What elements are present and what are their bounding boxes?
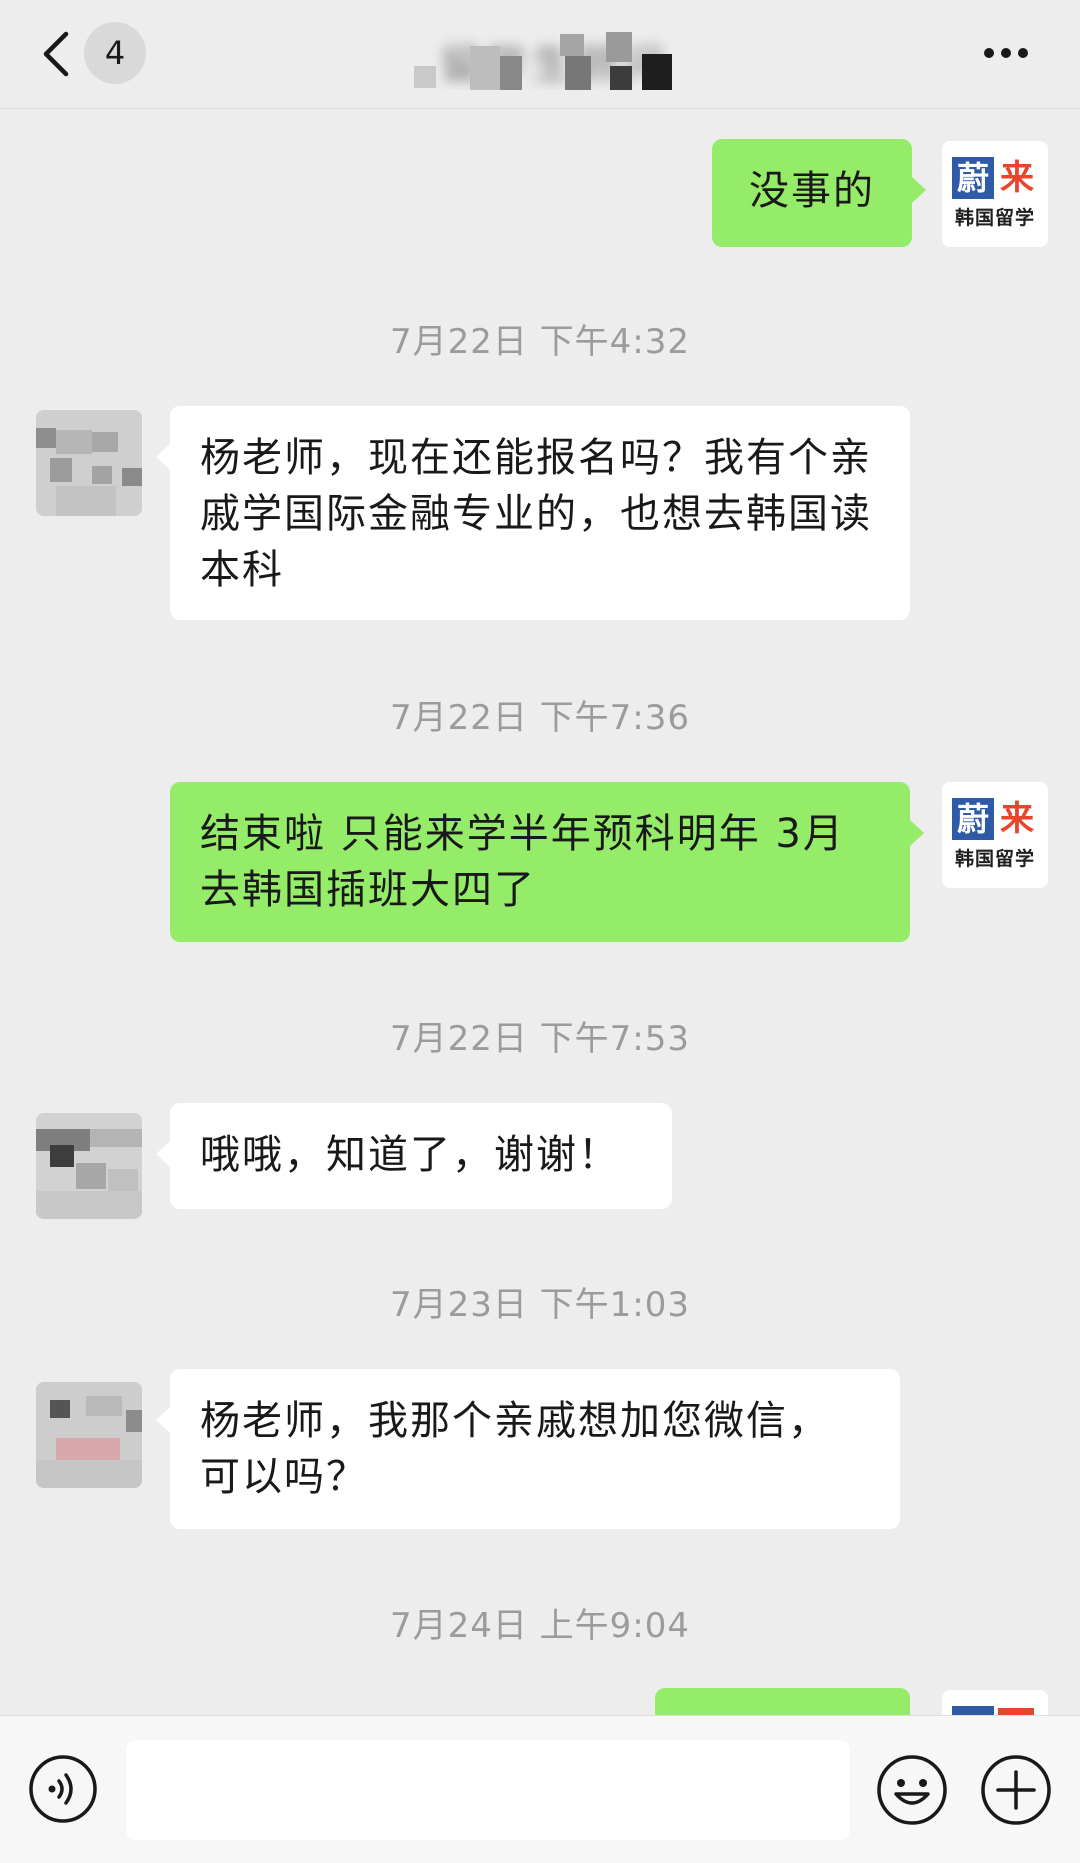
more-dots-icon[interactable] (978, 38, 1034, 66)
message-timestamp: 7月22日 下午7:36 (389, 698, 691, 738)
contact-avatar[interactable] (36, 1113, 142, 1219)
contact-avatar[interactable] (36, 410, 142, 516)
brand-subtitle: 韩国留学 (954, 207, 1035, 229)
brand-avatar[interactable]: 蔚 来 韩国留学 (942, 782, 1048, 888)
message-input[interactable] (126, 1740, 850, 1840)
chat-header: 4 留学生顾问 (0, 0, 1080, 109)
received-message[interactable]: 杨老师，我那个亲戚想加您微信，可以吗？ (156, 1369, 900, 1529)
contact-avatar[interactable] (36, 1382, 142, 1488)
sent-message[interactable]: 结束啦 只能来学半年预科明年 3月去韩国插班大四了 (170, 782, 924, 942)
voice-icon[interactable] (28, 1754, 98, 1824)
message-timestamp: 7月23日 下午1:03 (389, 1285, 691, 1325)
brand-avatar[interactable]: 蔚 来 韩国留学 (942, 141, 1048, 247)
sent-message[interactable]: 没事的 (712, 139, 926, 247)
brand-subtitle: 韩国留学 (954, 848, 1035, 870)
message-timestamp: 7月22日 下午4:32 (389, 322, 691, 362)
received-message[interactable]: 哦哦，知道了，谢谢！ (156, 1103, 672, 1209)
chat-title: 留学生顾问 (410, 26, 700, 90)
brand-logo: 蔚 来 (952, 798, 1038, 840)
unread-count-badge[interactable]: 4 (84, 22, 146, 84)
sent-message-partial[interactable] (655, 1688, 910, 1718)
brand-logo: 蔚 来 (952, 157, 1038, 199)
received-message[interactable]: 杨老师，现在还能报名吗？我有个亲戚学国际金融专业的，也想去韩国读本科 (156, 406, 910, 620)
brand-avatar-partial[interactable] (942, 1690, 1048, 1718)
message-timestamp: 7月22日 下午7:53 (389, 1019, 691, 1059)
chevron-left-icon[interactable] (36, 26, 76, 82)
input-bar (0, 1715, 1080, 1863)
plus-icon[interactable] (980, 1754, 1052, 1826)
emoji-icon[interactable] (876, 1754, 948, 1826)
message-timestamp: 7月24日 上午9:04 (389, 1606, 691, 1646)
